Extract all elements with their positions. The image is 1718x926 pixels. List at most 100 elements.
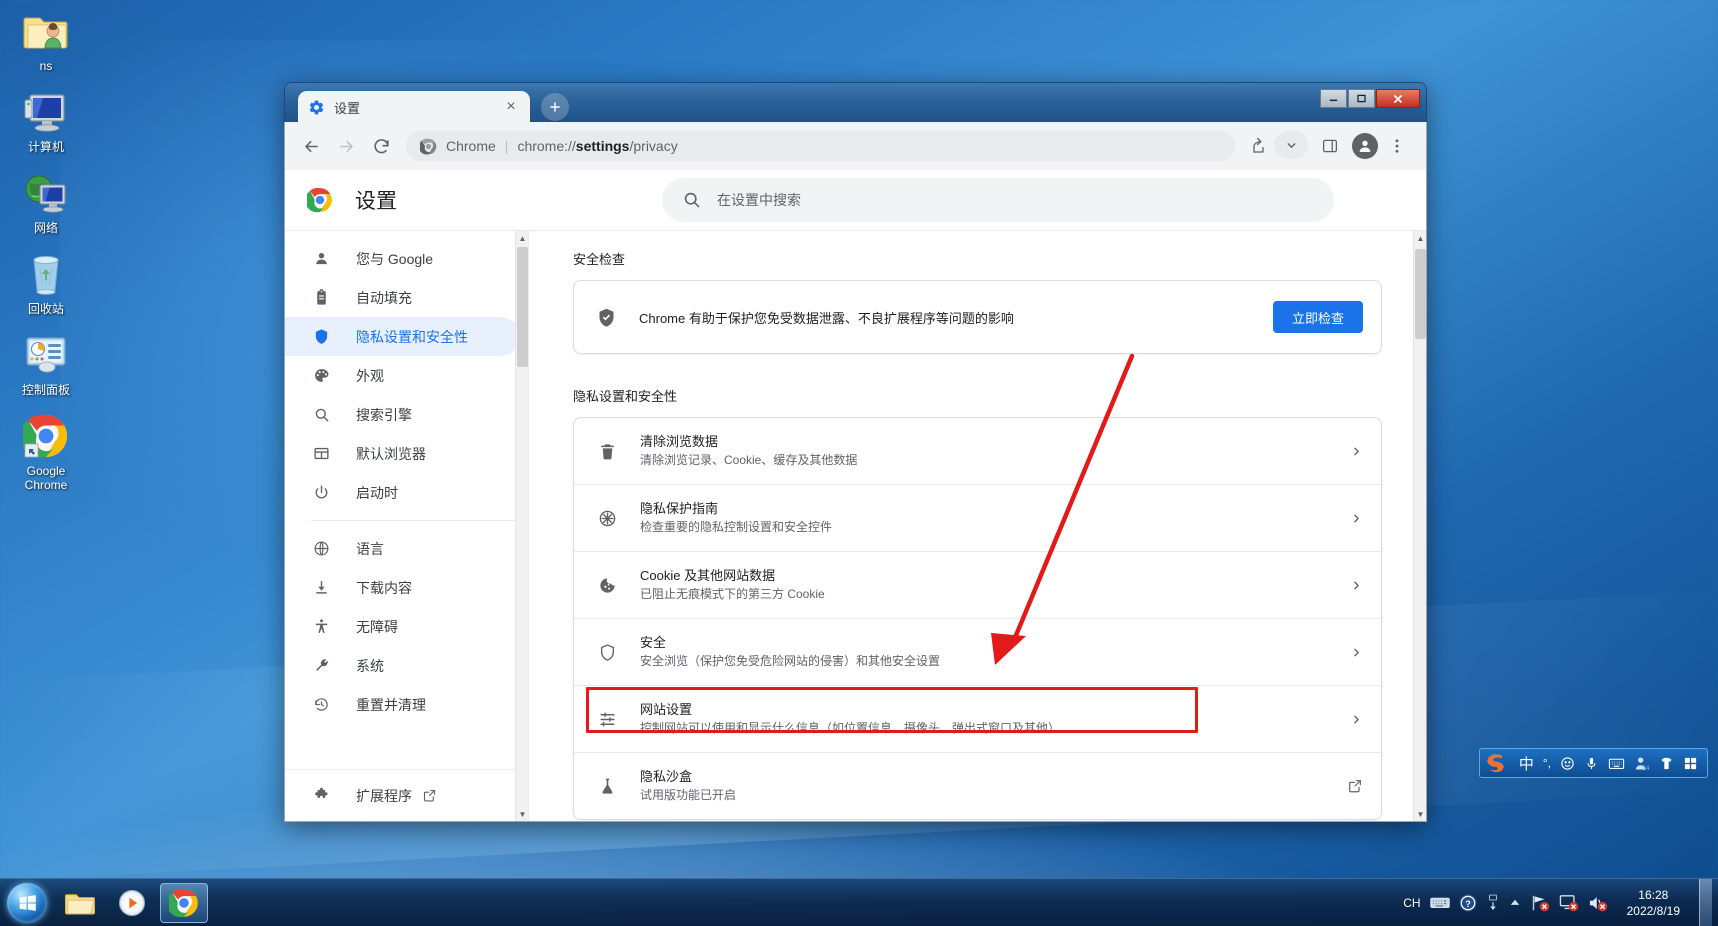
profile-avatar-icon[interactable] xyxy=(1352,133,1378,159)
sidebar-bottom-group: 扩展程序 xyxy=(285,769,528,821)
taskbar-item-explorer[interactable] xyxy=(56,883,104,923)
desktop-icon-google-chrome[interactable]: Google Chrome xyxy=(0,411,92,492)
side-panel-icon[interactable] xyxy=(1314,130,1346,162)
sidebar-item-appearance[interactable]: 外观 xyxy=(285,356,520,395)
show-hidden-icon[interactable] xyxy=(1509,897,1521,909)
taskbar-item-media-player[interactable] xyxy=(108,883,156,923)
share-icon[interactable] xyxy=(1244,130,1276,162)
microphone-icon[interactable] xyxy=(1584,756,1599,771)
system-tray: CH ? 16:28 2022/8/19 xyxy=(1403,878,1718,926)
maximize-button[interactable] xyxy=(1348,89,1375,108)
sidebar-item-system[interactable]: 系统 xyxy=(285,646,520,685)
new-tab-button[interactable] xyxy=(541,93,569,121)
sidebar-item-extensions[interactable]: 扩展程序 xyxy=(285,776,520,815)
main-scroll-thumb[interactable] xyxy=(1415,249,1426,339)
desktop-icon-recycle-bin[interactable]: 回收站 xyxy=(0,249,92,316)
sogou-ime-toolbar[interactable]: 中 °, 24 xyxy=(1478,748,1708,778)
keyboard-icon[interactable] xyxy=(1429,895,1450,910)
browser-window-icon xyxy=(311,444,331,464)
address-bar[interactable]: Chrome | chrome://settings/privacy xyxy=(406,131,1235,161)
soft-keyboard-icon[interactable] xyxy=(1608,756,1625,771)
three-dot-menu-icon[interactable] xyxy=(1381,130,1413,162)
privacy-row-title: 清除浏览数据 xyxy=(640,434,719,449)
scroll-up-arrow-icon[interactable]: ▲ xyxy=(1414,231,1426,245)
close-button[interactable] xyxy=(1376,89,1420,108)
scroll-down-arrow-icon[interactable]: ▼ xyxy=(516,807,528,821)
taskbar-clock[interactable]: 16:28 2022/8/19 xyxy=(1617,887,1690,919)
privacy-row-privacy-guide[interactable]: 隐私保护指南 检查重要的隐私控制设置和安全控件 xyxy=(574,485,1381,552)
privacy-row-cookies[interactable]: Cookie 及其他网站数据 已阻止无痕模式下的第三方 Cookie xyxy=(574,552,1381,619)
desktop-icon-computer[interactable]: 计算机 xyxy=(0,87,92,154)
sidebar-item-search-engine[interactable]: 搜索引擎 xyxy=(285,395,520,434)
minimize-button[interactable] xyxy=(1320,89,1347,108)
show-desktop-button[interactable] xyxy=(1699,878,1712,926)
chinese-mode-icon[interactable]: 中 xyxy=(1519,753,1534,774)
settings-sidebar: 您与 Google 自动填充 隐私设置和安全性 外观 搜索引擎 默认浏览器 启动… xyxy=(285,230,528,821)
skin-icon[interactable] xyxy=(1659,756,1674,771)
open-in-new-icon[interactable] xyxy=(1347,778,1363,794)
sidebar-item-you-and-google[interactable]: 您与 Google xyxy=(285,239,520,278)
open-in-new-icon[interactable] xyxy=(422,788,437,803)
sidebar-item-label: 启动时 xyxy=(356,484,398,501)
desktop-icon-label: 计算机 xyxy=(27,140,64,154)
scroll-down-arrow-icon[interactable]: ▼ xyxy=(1414,807,1426,821)
media-player-icon xyxy=(118,889,146,917)
browser-tab-settings[interactable]: 设置 × xyxy=(298,91,530,123)
safety-check-description: Chrome 有助于保护您免受数据泄露、不良扩展程序等问题的影响 xyxy=(639,310,1014,326)
main-scrollbar[interactable]: ▲ ▼ xyxy=(1413,231,1426,821)
toolbox-icon[interactable] xyxy=(1683,756,1698,771)
desktop-icon-network[interactable]: 网络 xyxy=(0,168,92,235)
user-icon[interactable]: 24 xyxy=(1634,756,1650,771)
privacy-row-security[interactable]: 安全 安全浏览（保护您免受危险网站的侵害）和其他安全设置 xyxy=(574,619,1381,686)
chevron-right-icon[interactable] xyxy=(1350,445,1363,458)
check-now-button[interactable]: 立即检查 xyxy=(1272,301,1363,333)
sidebar-item-default-browser[interactable]: 默认浏览器 xyxy=(285,434,520,473)
chevron-right-icon[interactable] xyxy=(1350,646,1363,659)
close-icon[interactable]: × xyxy=(502,98,520,116)
chevron-right-icon[interactable] xyxy=(1350,713,1363,726)
sidebar-item-languages[interactable]: 语言 xyxy=(285,529,520,568)
tab-search-button[interactable] xyxy=(1274,131,1308,159)
privacy-row-subtitle: 试用版功能已开启 xyxy=(640,788,737,802)
sidebar-item-accessibility[interactable]: 无障碍 xyxy=(285,607,520,646)
scroll-up-arrow-icon[interactable]: ▲ xyxy=(516,231,528,245)
network-error-icon[interactable] xyxy=(1530,894,1550,912)
privacy-row-clear-browsing-data[interactable]: 清除浏览数据 清除浏览记录、Cookie、缓存及其他数据 xyxy=(574,418,1381,485)
privacy-row-site-settings[interactable]: 网站设置 控制网站可以使用和显示什么信息（如位置信息、摄像头、弹出式窗口及其他） xyxy=(574,686,1381,753)
clipboard-icon xyxy=(311,288,331,308)
volume-mute-icon[interactable] xyxy=(1588,894,1608,912)
sidebar-item-autofill[interactable]: 自动填充 xyxy=(285,278,520,317)
punctuation-icon[interactable]: °, xyxy=(1543,756,1551,770)
updates-icon[interactable] xyxy=(1486,894,1500,912)
reload-icon[interactable] xyxy=(365,130,397,162)
forward-arrow-icon[interactable] xyxy=(330,130,362,162)
settings-search-box[interactable] xyxy=(662,177,1334,222)
sidebar-item-reset-and-clean-up[interactable]: 重置并清理 xyxy=(285,685,520,724)
privacy-row-body: Cookie 及其他网站数据 已阻止无痕模式下的第三方 Cookie xyxy=(640,566,1350,604)
desktop-icon-label: 网络 xyxy=(33,221,58,235)
desktop-icon-control-panel[interactable]: 控制面板 xyxy=(0,330,92,397)
window-titlebar[interactable]: 设置 × xyxy=(284,82,1427,159)
sidebar-scroll-thumb[interactable] xyxy=(517,247,528,367)
start-button[interactable] xyxy=(2,881,52,925)
emoji-icon[interactable] xyxy=(1560,756,1575,771)
search-input[interactable] xyxy=(717,191,1314,208)
browser-tab-title: 设置 xyxy=(334,100,361,116)
ime-indicator[interactable]: CH xyxy=(1403,896,1420,910)
sogou-logo-icon[interactable] xyxy=(1480,749,1510,777)
chevron-right-icon[interactable] xyxy=(1350,512,1363,525)
help-icon[interactable]: ? xyxy=(1459,894,1477,912)
desktop-icon-ns[interactable]: ns xyxy=(0,6,92,73)
sidebar-item-label: 外观 xyxy=(356,367,384,384)
sidebar-item-downloads[interactable]: 下载内容 xyxy=(285,568,520,607)
sidebar-item-privacy-and-security[interactable]: 隐私设置和安全性 xyxy=(285,317,520,356)
sidebar-item-on-startup[interactable]: 启动时 xyxy=(285,473,520,512)
chevron-right-icon[interactable] xyxy=(1350,579,1363,592)
taskbar-item-chrome[interactable] xyxy=(160,882,208,923)
back-arrow-icon[interactable] xyxy=(295,130,327,162)
display-icon[interactable] xyxy=(1559,894,1579,912)
sidebar-item-label: 搜索引擎 xyxy=(356,406,412,423)
privacy-row-title: 安全 xyxy=(640,635,667,650)
privacy-row-privacy-sandbox[interactable]: 隐私沙盒 试用版功能已开启 xyxy=(574,753,1381,819)
sidebar-scrollbar[interactable]: ▲ ▼ xyxy=(515,231,528,821)
